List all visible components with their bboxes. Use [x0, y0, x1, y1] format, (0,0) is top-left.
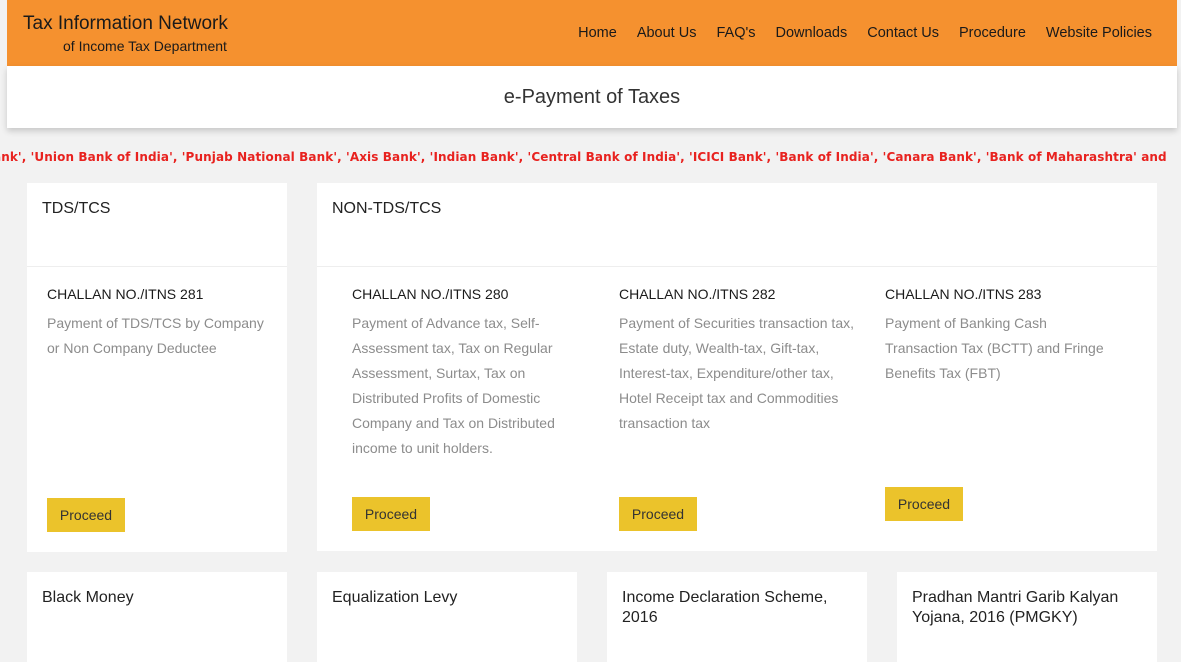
challan-280-label: CHALLAN NO./ITNS 280: [352, 286, 509, 302]
challan-281-description: Payment of TDS/TCS by Company or Non Com…: [47, 315, 264, 356]
page-title: e-Payment of Taxes: [503, 86, 681, 108]
proceed-button-280[interactable]: Proceed: [352, 497, 430, 531]
card-divider: [317, 266, 1157, 267]
card-title: NON-TDS/TCS: [332, 200, 442, 217]
brand-subtitle: of Income Tax Department: [63, 38, 227, 54]
card-title: Income Declaration Scheme, 2016: [622, 589, 828, 626]
challan-282-label: CHALLAN NO./ITNS 282: [619, 286, 776, 302]
challan-282-description: Payment of Securities transaction tax, E…: [619, 315, 854, 431]
nav-about-us[interactable]: About Us: [637, 25, 697, 41]
pmgky-card[interactable]: Pradhan Mantri Garib Kalyan Yojana, 2016…: [897, 572, 1157, 662]
bank-ticker-text: ank', 'Union Bank of India', 'Punjab Nat…: [0, 150, 1167, 164]
nav-contact-us[interactable]: Contact Us: [867, 25, 939, 41]
nav-home[interactable]: Home: [578, 25, 617, 41]
black-money-card[interactable]: Black Money: [27, 572, 287, 662]
challan-280-description: Payment of Advance tax, Self-Assessment …: [352, 315, 555, 456]
main-nav: Home About Us FAQ's Downloads Contact Us…: [578, 25, 1152, 41]
nav-faqs[interactable]: FAQ's: [716, 25, 755, 41]
card-title: Equalization Levy: [332, 589, 458, 606]
brand-title[interactable]: Tax Information Network: [23, 13, 228, 35]
page-title-bar: e-Payment of Taxes: [7, 66, 1177, 128]
proceed-button-283[interactable]: Proceed: [885, 487, 963, 521]
proceed-button-282[interactable]: Proceed: [619, 497, 697, 531]
proceed-button-281[interactable]: Proceed: [47, 498, 125, 532]
nav-downloads[interactable]: Downloads: [776, 25, 848, 41]
challan-283-description: Payment of Banking Cash Transaction Tax …: [885, 315, 1104, 381]
nav-website-policies[interactable]: Website Policies: [1046, 25, 1152, 41]
card-divider: [27, 266, 287, 267]
equalization-levy-card[interactable]: Equalization Levy: [317, 572, 577, 662]
income-declaration-scheme-card[interactable]: Income Declaration Scheme, 2016: [607, 572, 867, 662]
tds-tcs-card: TDS/TCS CHALLAN NO./ITNS 281 Payment of …: [27, 183, 287, 552]
nav-procedure[interactable]: Procedure: [959, 25, 1026, 41]
card-title: Pradhan Mantri Garib Kalyan Yojana, 2016…: [912, 589, 1119, 626]
non-tds-tcs-card: NON-TDS/TCS CHALLAN NO./ITNS 280 Payment…: [317, 183, 1157, 551]
card-title: Black Money: [42, 589, 134, 606]
bank-ticker: ank', 'Union Bank of India', 'Punjab Nat…: [0, 150, 1181, 168]
card-title: TDS/TCS: [42, 200, 111, 217]
challan-283-label: CHALLAN NO./ITNS 283: [885, 286, 1042, 302]
site-header: Tax Information Network of Income Tax De…: [7, 0, 1177, 66]
challan-281-label: CHALLAN NO./ITNS 281: [47, 286, 204, 302]
